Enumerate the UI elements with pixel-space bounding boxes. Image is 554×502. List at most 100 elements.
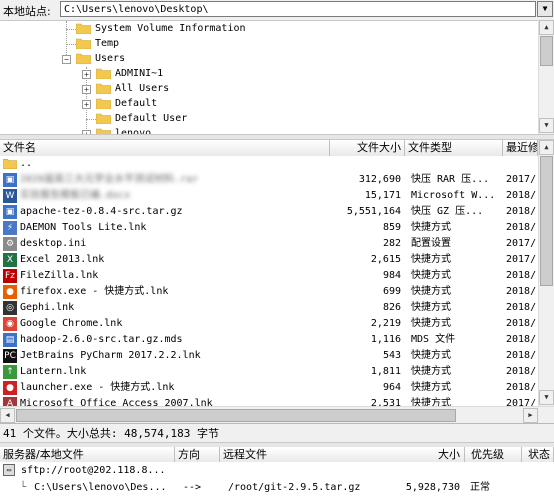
file-list-scrollbar[interactable]: ▲ ▼ <box>538 140 554 406</box>
file-name: Lantern.lnk <box>20 366 87 377</box>
scroll-up-button[interactable]: ▲ <box>539 140 554 155</box>
queue-size: 5,928,730 <box>405 482 460 493</box>
scroll-thumb[interactable] <box>540 36 553 66</box>
tree-node[interactable]: Default <box>96 96 157 111</box>
expand-toggle[interactable]: + <box>82 85 91 94</box>
file-row[interactable]: ↑ Lantern.lnk 1,811 快捷方式 2018/ <box>0 364 538 380</box>
file-row[interactable]: W 实验报告模板已编.docx 15,171 Microsoft W... 2018/ <box>0 188 538 204</box>
tree-node-label: ADMINI~1 <box>115 68 164 79</box>
file-name: apache-tez-0.8.4-src.tar.gz <box>20 206 183 217</box>
tree-node[interactable]: ADMINI~1 <box>96 66 163 81</box>
file-name: Excel 2013.lnk <box>20 254 105 265</box>
queue-server-row[interactable]: ▭ sftp://root@202.118.8... <box>3 463 166 478</box>
column-header-queue-size[interactable]: 大小 <box>400 447 465 462</box>
pycharm-icon: PC <box>3 349 17 363</box>
folder-icon <box>76 23 91 34</box>
transfer-queue[interactable]: ▭ sftp://root@202.118.8... └ C:\Users\le… <box>0 462 554 502</box>
tree-node-label: System Volume Information <box>95 23 246 34</box>
file-modified: 2018/ <box>506 302 537 313</box>
file-row[interactable]: ● launcher.exe - 快捷方式.lnk 964 快捷方式 2018/ <box>0 380 538 396</box>
column-header-name[interactable]: 文件名 <box>0 140 330 156</box>
tree-node[interactable]: Default User <box>96 111 187 126</box>
scroll-up-button[interactable]: ▲ <box>539 20 554 35</box>
file-type: 快捷方式 <box>411 382 451 393</box>
tree-scrollbar[interactable]: ▲ ▼ <box>538 20 554 134</box>
collapse-toggle[interactable]: − <box>62 55 71 64</box>
file-row[interactable]: ▣ apache-tez-0.8.4-src.tar.gz 5,551,164 快压 … <box>0 204 538 220</box>
file-modified: 2018/ <box>506 270 537 281</box>
file-row[interactable]: ⚙ desktop.ini 282 配置设置 2017/ <box>0 236 538 252</box>
file-row[interactable]: ◎ Gephi.lnk 826 快捷方式 2018/ <box>0 300 538 316</box>
queue-transfer-row[interactable]: └ C:\Users\lenovo\Des... <box>20 480 167 495</box>
gephi-icon: ◎ <box>3 301 17 315</box>
file-row[interactable]: ◉ Google Chrome.lnk 2,219 快捷方式 2018/ <box>0 316 538 332</box>
folder-icon <box>96 113 111 124</box>
chrome-icon: ◉ <box>3 317 17 331</box>
tree-node[interactable]: Temp <box>76 36 119 51</box>
archive-icon: ▣ <box>3 173 17 187</box>
column-header-modified[interactable]: 最近修 <box>503 140 538 156</box>
scroll-down-button[interactable]: ▼ <box>539 390 554 405</box>
file-size: 2,219 <box>370 318 401 329</box>
tree-node[interactable]: All Users <box>96 81 169 96</box>
scroll-thumb[interactable] <box>540 156 553 286</box>
file-row[interactable]: ▣ 2020届高三大元学业水平测试材料.rar 312,690 快压 RAR 压...… <box>0 172 538 188</box>
file-row[interactable]: .. <box>0 156 538 172</box>
file-row[interactable]: X Excel 2013.lnk 2,615 快捷方式 2017/ <box>0 252 538 268</box>
file-list[interactable]: .. ▣ 2020届高三大元学业水平测试材料.rar 312,690 快压 RAR 压.… <box>0 156 538 406</box>
excel-icon: X <box>3 253 17 267</box>
firefox-icon: ● <box>3 285 17 299</box>
hscroll-thumb[interactable] <box>16 409 456 422</box>
file-row[interactable]: ⚡ DAEMON Tools Lite.lnk 859 快捷方式 2018/ <box>0 220 538 236</box>
file-type: 快捷方式 <box>411 254 451 265</box>
scroll-left-button[interactable]: ◀ <box>0 408 15 423</box>
tree-node[interactable]: System Volume Information <box>76 21 246 36</box>
file-row[interactable]: Fz FileZilla.lnk 984 快捷方式 2018/ <box>0 268 538 284</box>
column-header-priority[interactable]: 优先级 <box>465 447 522 462</box>
column-header-type[interactable]: 文件类型 <box>405 140 503 156</box>
queue-status: 正常 <box>470 482 490 493</box>
file-row[interactable]: ▤ hadoop-2.6.0-src.tar.gz.mds 1,116 MDS 文件 2… <box>0 332 538 348</box>
scroll-right-button[interactable]: ▶ <box>523 408 538 423</box>
column-header-size[interactable]: 文件大小 <box>330 140 405 156</box>
file-size: 859 <box>382 222 401 233</box>
file-name: Microsoft Office Access 2007.lnk <box>20 398 213 406</box>
file-size: 2,615 <box>370 254 401 265</box>
column-header-server[interactable]: 服务器/本地文件 <box>0 447 175 462</box>
file-modified: 2018/ <box>506 318 537 329</box>
tree-node-label: Users <box>95 53 126 64</box>
file-name: .. <box>20 158 33 169</box>
column-label: 状态 <box>528 448 550 461</box>
access-icon: A <box>3 397 17 406</box>
file-modified: 2017/ <box>506 174 537 185</box>
column-label: 大小 <box>438 448 460 461</box>
file-size: 282 <box>382 238 401 249</box>
file-list-hscrollbar[interactable]: ◀ ▶ <box>0 406 554 424</box>
archive-icon: ▣ <box>3 205 17 219</box>
folder-icon <box>76 53 91 64</box>
queue-server: sftp://root@202.118.8... <box>21 465 166 476</box>
directory-tree[interactable]: System Volume Information Temp − Users +… <box>0 20 538 135</box>
expand-toggle[interactable]: + <box>82 100 91 109</box>
file-row[interactable]: ● firefox.exe - 快捷方式.lnk 699 快捷方式 2018/ <box>0 284 538 300</box>
tree-node[interactable]: Users <box>76 51 125 66</box>
file-size: 964 <box>382 382 401 393</box>
file-type: 快捷方式 <box>411 350 451 361</box>
column-header-direction[interactable]: 方向 <box>175 447 220 462</box>
local-site-bar: 本地站点: C:\Users\lenovo\Desktop\ ▼ <box>0 0 554 20</box>
local-path-input[interactable]: C:\Users\lenovo\Desktop\ <box>60 1 536 17</box>
file-name: hadoop-2.6.0-src.tar.gz.mds <box>20 334 183 345</box>
file-modified: 2018/ <box>506 222 537 233</box>
file-row[interactable]: PC JetBrains PyCharm 2017.2.2.lnk 543 快捷方式 2… <box>0 348 538 364</box>
column-header-status[interactable]: 状态 <box>522 447 554 462</box>
file-type: 快捷方式 <box>411 222 451 233</box>
file-modified: 2018/ <box>506 286 537 297</box>
tree-line <box>86 119 96 120</box>
file-row[interactable]: A Microsoft Office Access 2007.lnk 2,531 快捷… <box>0 396 538 406</box>
file-name: Google Chrome.lnk <box>20 318 123 329</box>
file-size: 1,116 <box>370 334 401 345</box>
expand-toggle[interactable]: + <box>82 70 91 79</box>
scroll-down-button[interactable]: ▼ <box>539 118 554 133</box>
path-dropdown-button[interactable]: ▼ <box>537 1 553 17</box>
column-label: 服务器/本地文件 <box>3 448 84 461</box>
